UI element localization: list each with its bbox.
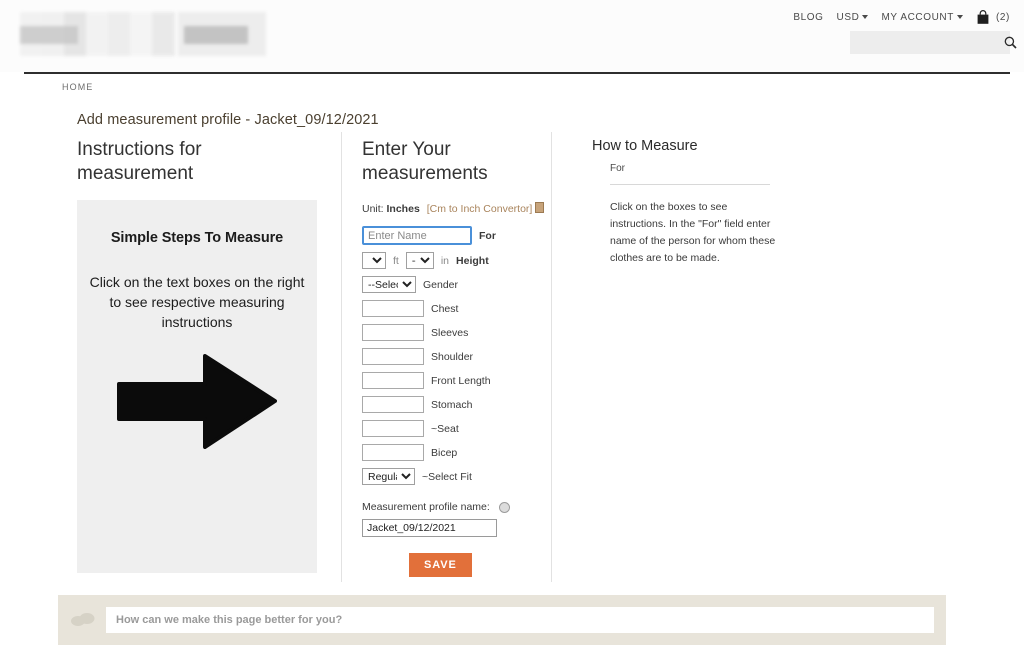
bicep-field-row: Bicep: [362, 444, 547, 462]
how-to-measure-heading: How to Measure: [592, 138, 698, 154]
nav-my-account-label: MY ACCOUNT: [881, 12, 954, 23]
bicep-input[interactable]: [362, 444, 424, 462]
stomach-label: Stomach: [431, 398, 473, 411]
shoulder-label: Shoulder: [431, 350, 474, 363]
chest-label: Chest: [431, 302, 459, 315]
sleeves-field-row: Sleeves: [362, 324, 547, 342]
shopping-bag-icon: [977, 10, 989, 24]
front-length-input[interactable]: [362, 372, 424, 390]
chevron-down-icon: [956, 15, 963, 20]
header-divider: [24, 72, 1010, 74]
instructions-panel-body: Click on the text boxes on the right to …: [89, 273, 305, 331]
measurements-column: Enter Your measurements Unit: Inches [Cm…: [362, 138, 547, 578]
shoulder-field-row: Shoulder: [362, 348, 547, 366]
name-field-row: For: [362, 226, 547, 246]
save-button-container: SAVE: [362, 553, 547, 578]
how-to-measure-divider: [610, 184, 770, 185]
chest-field-row: Chest: [362, 300, 547, 318]
column-divider-right: [551, 132, 552, 582]
seat-field-row: ~Seat: [362, 420, 547, 438]
instructions-panel: Simple Steps To Measure Click on the tex…: [77, 199, 317, 573]
shoulder-input[interactable]: [362, 348, 424, 366]
stomach-field-row: Stomach: [362, 396, 547, 414]
how-to-measure-for-label: For: [610, 163, 625, 174]
how-to-measure-column: How to Measure For Click on the boxes to…: [592, 138, 792, 267]
instructions-column: Instructions for measurement Simple Step…: [77, 138, 321, 573]
search-icon: [1004, 36, 1017, 49]
front-length-label: Front Length: [431, 374, 491, 387]
name-field-label: For: [479, 229, 496, 242]
search-input[interactable]: [850, 36, 1004, 49]
stomach-input[interactable]: [362, 396, 424, 414]
nav-blog[interactable]: BLOG: [793, 12, 823, 23]
nav-currency[interactable]: USD: [837, 12, 869, 23]
nav-my-account[interactable]: MY ACCOUNT: [881, 12, 963, 23]
unit-line: Unit: Inches [Cm to Inch Convertor]: [362, 200, 547, 220]
site-logo[interactable]: [20, 12, 175, 56]
bicep-label: Bicep: [431, 446, 458, 459]
profile-name-label: Measurement profile name:: [362, 501, 490, 514]
height-feet-suffix: ft: [393, 254, 399, 267]
header-nav: BLOG USD MY ACCOUNT (2): [793, 10, 1010, 25]
gender-select[interactable]: --Select--: [362, 276, 416, 294]
arrow-right-icon: [117, 354, 277, 450]
breadcrumb-home[interactable]: HOME: [62, 82, 93, 92]
speech-bubbles-icon: [70, 612, 96, 628]
nav-blog-label: BLOG: [793, 12, 824, 23]
chevron-down-icon: [862, 15, 869, 20]
calculator-icon[interactable]: [535, 201, 545, 213]
instructions-heading: Instructions for measurement: [77, 139, 202, 184]
feedback-input[interactable]: [106, 607, 934, 633]
front-length-field-row: Front Length: [362, 372, 547, 390]
height-feet-select[interactable]: -: [362, 252, 386, 270]
gender-label: Gender: [423, 278, 459, 291]
search-bar: [850, 31, 1017, 54]
nav-currency-label: USD: [836, 12, 860, 23]
site-header: BLOG USD MY ACCOUNT (2): [0, 0, 1024, 74]
page-title: Add measurement profile - Jacket_09/12/2…: [77, 112, 379, 128]
chest-input[interactable]: [362, 300, 424, 318]
seat-input[interactable]: [362, 420, 424, 438]
feedback-bar: [58, 595, 946, 645]
sleeves-label: Sleeves: [431, 326, 469, 339]
height-inches-select[interactable]: --: [405, 252, 434, 270]
fit-field-row: Regular ~Select Fit: [362, 468, 547, 486]
column-divider-left: [341, 132, 342, 582]
cm-to-inch-convertor-link[interactable]: [Cm to Inch Convertor]: [427, 203, 533, 215]
cart-count: (2): [995, 12, 1010, 23]
sleeves-input[interactable]: [362, 324, 424, 342]
seat-label: ~Seat: [431, 422, 459, 435]
gender-field-row: --Select-- Gender: [362, 276, 547, 294]
profile-name-input[interactable]: [362, 519, 497, 538]
height-label: Height: [456, 254, 489, 267]
name-input[interactable]: [362, 226, 472, 246]
cart-link[interactable]: (2): [976, 10, 1010, 25]
height-field-row: - ft -- in Height: [362, 252, 547, 270]
height-inches-suffix: in: [440, 254, 450, 267]
arrow-container: [77, 354, 317, 450]
how-to-measure-body: Click on the boxes to see instructions. …: [610, 201, 776, 264]
profile-name-label-row: Measurement profile name:: [362, 501, 547, 513]
search-button[interactable]: [1004, 31, 1017, 54]
fit-select[interactable]: Regular: [362, 468, 415, 486]
help-icon[interactable]: [498, 501, 510, 513]
site-logo-secondary[interactable]: [178, 12, 266, 56]
fit-label: ~Select Fit: [422, 470, 472, 483]
unit-value: Inches: [386, 202, 420, 215]
measurements-heading: Enter Your measurements: [362, 139, 488, 184]
unit-prefix: Unit:: [362, 202, 384, 215]
instructions-panel-title: Simple Steps To Measure: [110, 229, 284, 246]
save-button[interactable]: SAVE: [409, 553, 472, 578]
